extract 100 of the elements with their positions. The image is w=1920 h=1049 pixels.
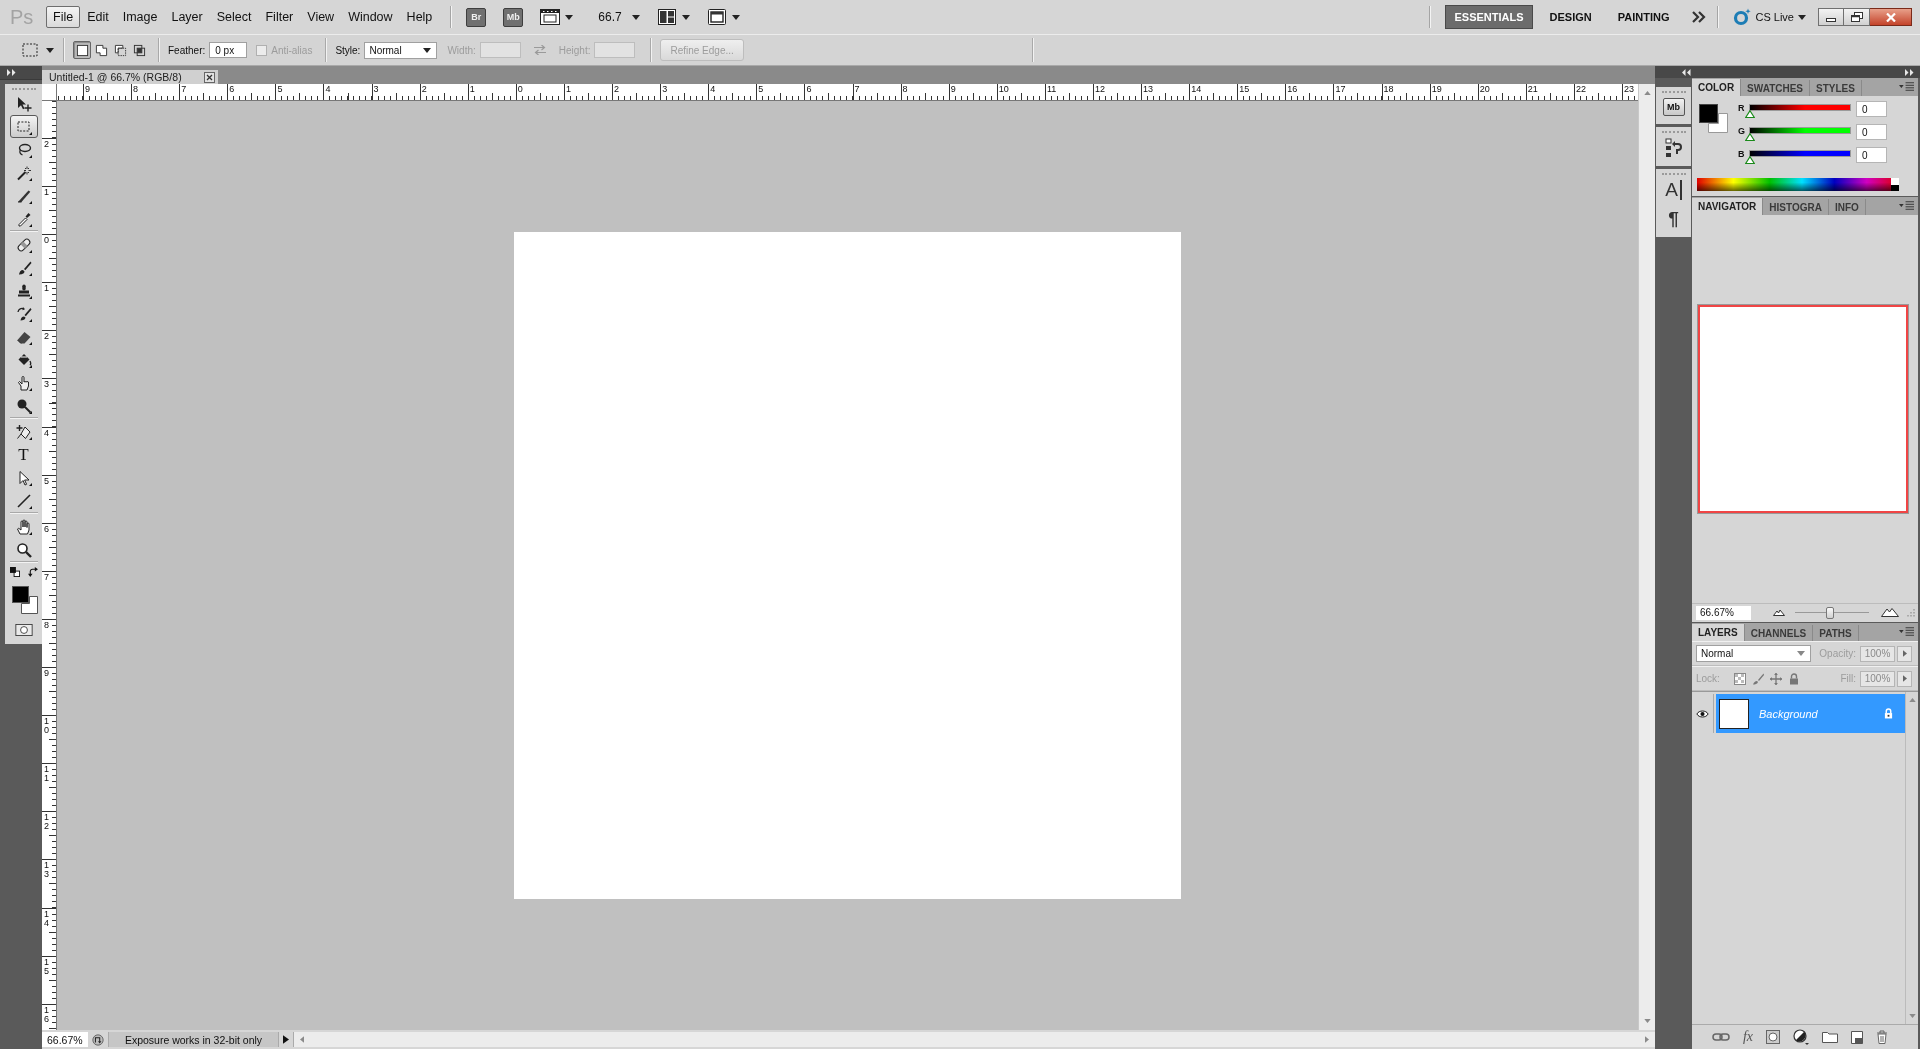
screen-mode-button[interactable]: [706, 9, 740, 25]
mini-bridge-button[interactable]: Mb: [1662, 98, 1685, 116]
document-tab[interactable]: Untitled-1 @ 66.7% (RGB/8): [42, 70, 218, 84]
slider-thumb[interactable]: [1745, 156, 1755, 164]
channel-value-field[interactable]: 0: [1856, 147, 1887, 163]
blend-mode-dropdown[interactable]: Normal: [1696, 645, 1811, 662]
double-chevron-icon[interactable]: [1692, 11, 1707, 23]
play-triangle-icon[interactable]: [283, 1035, 289, 1044]
move-cross-icon[interactable]: [1769, 672, 1782, 685]
grip-handle[interactable]: [11, 88, 36, 90]
ruler-number: 8: [902, 84, 908, 94]
character-panel-button[interactable]: A: [1665, 180, 1682, 200]
slider-thumb[interactable]: [1745, 133, 1755, 141]
view-extras-button[interactable]: [540, 9, 574, 25]
chain-link-icon[interactable]: [1711, 1032, 1730, 1042]
trash-icon[interactable]: [1876, 1030, 1889, 1044]
grip-handle[interactable]: [1661, 91, 1686, 93]
workspace-button[interactable]: DESIGN: [1540, 5, 1601, 29]
panel-tab[interactable]: SWATCHES: [1741, 80, 1811, 96]
arrange-documents-button[interactable]: [656, 9, 690, 25]
feather-field[interactable]: 0 px: [209, 42, 248, 58]
tool-button[interactable]: [9, 115, 38, 138]
paragraph-panel-button[interactable]: ¶: [1668, 209, 1679, 229]
close-button[interactable]: [1870, 8, 1912, 26]
selection-mode-button[interactable]: [73, 41, 91, 59]
minimize-button[interactable]: [1818, 8, 1844, 26]
swap-arrow-icon[interactable]: [27, 567, 38, 577]
panel-tab[interactable]: PATHS: [1813, 625, 1859, 641]
menu-item[interactable]: Window: [341, 6, 400, 28]
menu-item[interactable]: Filter: [258, 6, 301, 28]
panel-tab[interactable]: CHANNELS: [1744, 625, 1814, 641]
double-chevron-icon[interactable]: [1905, 68, 1914, 76]
background-color-swatch[interactable]: [1708, 113, 1728, 133]
half-circle-icon[interactable]: [1793, 1029, 1810, 1045]
slider-thumb[interactable]: [1745, 110, 1755, 118]
navigator-preview[interactable]: [1698, 305, 1908, 513]
ruler-origin[interactable]: [42, 84, 57, 101]
double-chevron-icon[interactable]: [7, 69, 16, 76]
zoom-dropdown[interactable]: 66.7: [598, 10, 640, 24]
panel-menu-icon[interactable]: [1899, 627, 1914, 636]
restore-button[interactable]: [1844, 8, 1870, 26]
menu-item[interactable]: Layer: [164, 6, 210, 28]
menu-item[interactable]: Edit: [80, 6, 116, 28]
new-page-icon[interactable]: [1851, 1030, 1864, 1044]
mask-icon[interactable]: [1766, 1030, 1781, 1044]
launch-button[interactable]: Br: [466, 7, 487, 27]
panel-tab[interactable]: INFO: [1828, 199, 1866, 215]
slider-thumb[interactable]: [1826, 606, 1834, 619]
large-mountain-icon[interactable]: [1881, 608, 1899, 617]
launch-button[interactable]: Mb: [503, 7, 524, 27]
opacity-slider-button[interactable]: [1897, 645, 1912, 662]
quick-mask-icon[interactable]: [14, 624, 33, 636]
padlock-icon[interactable]: [1787, 672, 1800, 685]
tool-button[interactable]: T: [9, 443, 38, 466]
height-field[interactable]: [594, 42, 636, 58]
foreground-color-swatch[interactable]: [1699, 104, 1718, 123]
tool-preset-picker[interactable]: [22, 43, 54, 57]
zoom-field[interactable]: 66.67%: [1696, 605, 1751, 620]
panel-tab[interactable]: STYLES: [1810, 80, 1862, 96]
history-list-icon[interactable]: [1664, 138, 1683, 158]
zoom-field[interactable]: 66.67%: [42, 1032, 88, 1047]
cs-live-menu[interactable]: CS Live: [1733, 8, 1806, 26]
small-mountain-icon[interactable]: [1773, 609, 1785, 616]
channel-value-field[interactable]: 0: [1856, 101, 1887, 117]
fill-slider-button[interactable]: [1897, 670, 1912, 687]
status-message[interactable]: Exposure works in 32-bit only: [108, 1032, 279, 1047]
checkerboard-icon[interactable]: [1733, 672, 1746, 685]
channel-value-field[interactable]: 0: [1856, 124, 1887, 140]
brush-icon[interactable]: [1751, 672, 1764, 685]
menu-item[interactable]: Help: [399, 6, 440, 28]
foreground-color-swatch[interactable]: [11, 586, 29, 603]
joined-squares-icon: [94, 43, 108, 57]
panel-tab[interactable]: HISTOGRA: [1763, 199, 1829, 215]
ruler-number: 11: [44, 765, 49, 784]
menu-item[interactable]: File: [46, 6, 81, 28]
panel-menu-icon[interactable]: [1899, 201, 1914, 210]
workspace-button[interactable]: ESSENTIALS: [1445, 5, 1533, 29]
resize-grip-icon[interactable]: [1905, 607, 1915, 618]
menu-item[interactable]: View: [300, 6, 342, 28]
menu-item[interactable]: Image: [115, 6, 165, 28]
layer-style-button[interactable]: fx: [1742, 1029, 1754, 1045]
style-dropdown[interactable]: Normal: [364, 41, 438, 59]
vertical-scrollbar[interactable]: [1905, 692, 1918, 1024]
menu-item[interactable]: Select: [209, 6, 259, 28]
close-icon[interactable]: [204, 71, 215, 83]
double-chevron-icon[interactable]: [1682, 68, 1691, 76]
color-spectrum-bar[interactable]: [1697, 178, 1899, 191]
width-field[interactable]: [479, 42, 521, 58]
workspace-button[interactable]: PAINTING: [1608, 5, 1679, 29]
default-colors-icon[interactable]: [9, 567, 20, 577]
panel-menu-icon[interactable]: [1899, 82, 1914, 91]
horizontal-scrollbar[interactable]: [293, 1032, 1655, 1047]
grip-handle[interactable]: [1661, 131, 1686, 133]
round-clip-icon[interactable]: [92, 1033, 104, 1046]
panel-tab[interactable]: NAVIGATOR: [1692, 198, 1764, 215]
grip-handle[interactable]: [1661, 173, 1686, 175]
panel-tab[interactable]: COLOR: [1692, 79, 1742, 96]
vertical-scrollbar[interactable]: [1638, 84, 1655, 1030]
panel-tab[interactable]: LAYERS: [1692, 624, 1745, 641]
folder-icon[interactable]: [1822, 1031, 1839, 1043]
